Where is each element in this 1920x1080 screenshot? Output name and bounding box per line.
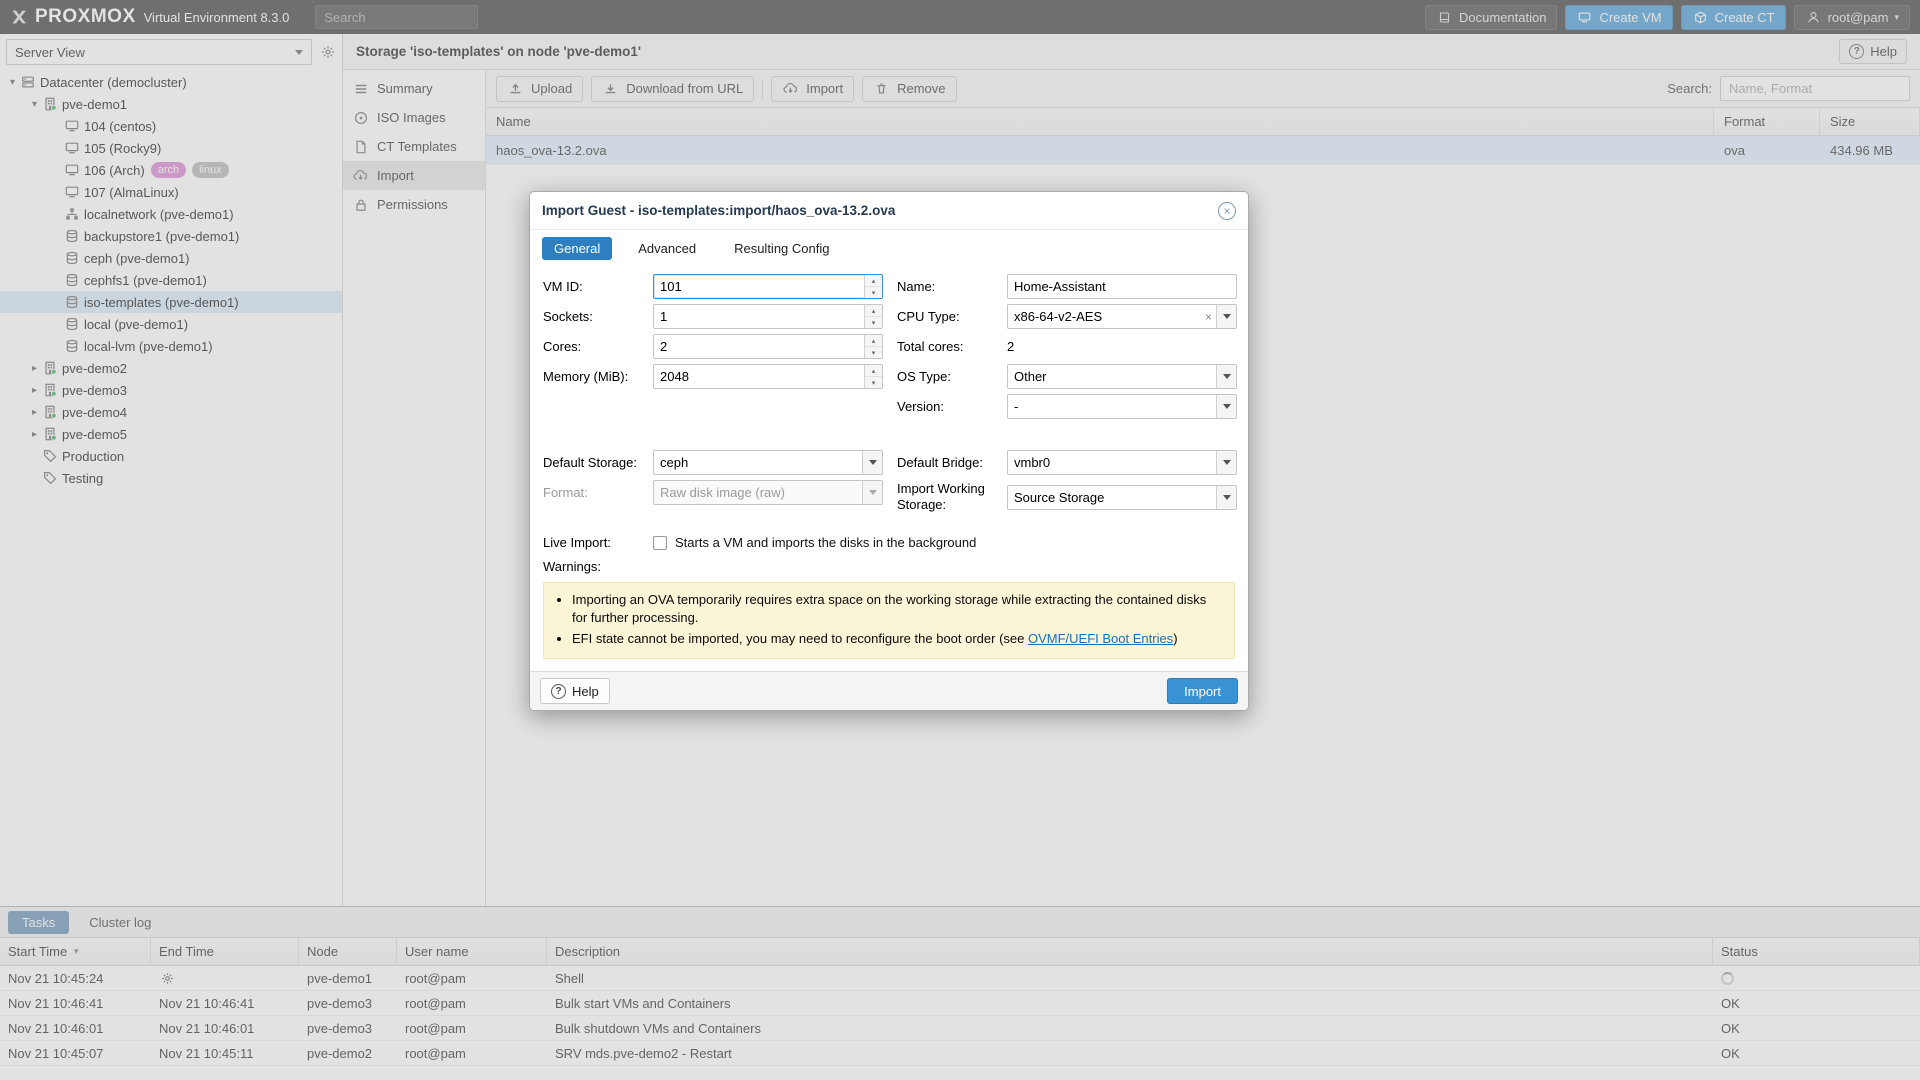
default-bridge-label: Default Bridge: xyxy=(897,455,1007,471)
chevron-down-icon[interactable] xyxy=(862,451,882,474)
default-bridge-field[interactable]: vmbr0 xyxy=(1007,450,1237,475)
vm-id-field: ▴▾ xyxy=(653,274,883,299)
cores-spinner[interactable]: ▴▾ xyxy=(864,335,882,358)
os-type-field[interactable]: Other xyxy=(1007,364,1237,389)
question-icon: ? xyxy=(551,684,566,699)
spinner-down-icon[interactable]: ▾ xyxy=(865,317,882,328)
import-submit-button[interactable]: Import xyxy=(1167,678,1238,704)
dialog-body: VM ID: ▴▾ Sockets: ▴▾ Cores: xyxy=(530,266,1248,659)
total-cores-label: Total cores: xyxy=(897,339,1007,355)
spinner-up-icon[interactable]: ▴ xyxy=(865,335,882,347)
vm-id-spinner[interactable]: ▴▾ xyxy=(864,275,882,298)
total-cores-value: 2 xyxy=(1007,339,1014,354)
chevron-down-icon[interactable] xyxy=(1216,486,1236,509)
form-right-column: Name: CPU Type: × Total cores: 2 xyxy=(897,274,1237,519)
spinner-down-icon[interactable]: ▾ xyxy=(865,347,882,358)
form-spacer xyxy=(543,394,883,450)
form-spacer xyxy=(897,424,1237,450)
os-type-label: OS Type: xyxy=(897,369,1007,385)
chevron-down-icon xyxy=(862,481,882,504)
spinner-down-icon[interactable]: ▾ xyxy=(865,377,882,388)
format-field: Raw disk image (raw) xyxy=(653,480,883,505)
format-label: Format: xyxy=(543,485,653,501)
working-storage-field[interactable]: Source Storage xyxy=(1007,485,1237,510)
chevron-down-icon[interactable] xyxy=(1216,395,1236,418)
live-import-description: Starts a VM and imports the disks in the… xyxy=(675,535,976,550)
cores-input[interactable] xyxy=(654,335,864,358)
version-label: Version: xyxy=(897,399,1007,415)
default-bridge-value: vmbr0 xyxy=(1008,451,1216,474)
dialog-tab-general[interactable]: General xyxy=(542,237,612,260)
dialog-help-label: Help xyxy=(572,684,599,699)
sockets-input[interactable] xyxy=(654,305,864,328)
warning-list: Importing an OVA temporarily requires ex… xyxy=(550,591,1224,650)
cpu-type-label: CPU Type: xyxy=(897,309,1007,325)
chevron-down-icon[interactable] xyxy=(1216,451,1236,474)
chevron-down-icon[interactable] xyxy=(1216,365,1236,388)
working-storage-label: Import Working Storage: xyxy=(897,481,1007,512)
sockets-label: Sockets: xyxy=(543,309,653,325)
clear-icon[interactable]: × xyxy=(1201,305,1216,328)
memory-field: ▴▾ xyxy=(653,364,883,389)
vm-id-label: VM ID: xyxy=(543,279,653,295)
dialog-help-button[interactable]: ? Help xyxy=(540,678,610,704)
spinner-up-icon[interactable]: ▴ xyxy=(865,365,882,377)
vm-id-input[interactable] xyxy=(654,275,864,298)
os-type-value: Other xyxy=(1008,365,1216,388)
sockets-field: ▴▾ xyxy=(653,304,883,329)
cores-label: Cores: xyxy=(543,339,653,355)
dialog-tabs: General Advanced Resulting Config xyxy=(530,230,1248,266)
memory-input[interactable] xyxy=(654,365,864,388)
warnings-label: Warnings: xyxy=(543,559,1235,574)
dialog-footer: ? Help Import xyxy=(530,671,1248,710)
ovmf-uefi-boot-entries-link[interactable]: OVMF/UEFI Boot Entries xyxy=(1028,631,1173,646)
close-icon[interactable]: × xyxy=(1218,202,1236,220)
memory-spinner[interactable]: ▴▾ xyxy=(864,365,882,388)
warning-item: EFI state cannot be imported, you may ne… xyxy=(572,630,1224,649)
name-input[interactable] xyxy=(1008,275,1236,298)
live-import-checkbox[interactable] xyxy=(653,536,667,550)
name-label: Name: xyxy=(897,279,1007,295)
default-storage-value: ceph xyxy=(654,451,862,474)
warning-item: Importing an OVA temporarily requires ex… xyxy=(572,591,1224,629)
live-import-label: Live Import: xyxy=(543,535,653,551)
chevron-down-icon[interactable] xyxy=(1216,305,1236,328)
cores-field: ▴▾ xyxy=(653,334,883,359)
default-storage-field[interactable]: ceph xyxy=(653,450,883,475)
dialog-tab-resulting-config[interactable]: Resulting Config xyxy=(722,237,841,260)
default-storage-label: Default Storage: xyxy=(543,455,653,471)
dialog-title: Import Guest - iso-templates:import/haos… xyxy=(542,203,895,218)
spinner-up-icon[interactable]: ▴ xyxy=(865,305,882,317)
version-field[interactable]: - xyxy=(1007,394,1237,419)
spinner-down-icon[interactable]: ▾ xyxy=(865,287,882,298)
warnings-box: Importing an OVA temporarily requires ex… xyxy=(543,582,1235,660)
sockets-spinner[interactable]: ▴▾ xyxy=(864,305,882,328)
dialog-header[interactable]: Import Guest - iso-templates:import/haos… xyxy=(530,192,1248,230)
version-value: - xyxy=(1008,395,1216,418)
cpu-type-field: × xyxy=(1007,304,1237,329)
form-left-column: VM ID: ▴▾ Sockets: ▴▾ Cores: xyxy=(543,274,883,519)
format-value: Raw disk image (raw) xyxy=(654,481,862,504)
memory-label: Memory (MiB): xyxy=(543,369,653,385)
cpu-type-input[interactable] xyxy=(1008,305,1201,328)
dialog-tab-advanced[interactable]: Advanced xyxy=(626,237,708,260)
working-storage-value: Source Storage xyxy=(1008,486,1216,509)
spinner-up-icon[interactable]: ▴ xyxy=(865,275,882,287)
import-guest-dialog: Import Guest - iso-templates:import/haos… xyxy=(529,191,1249,711)
name-field xyxy=(1007,274,1237,299)
